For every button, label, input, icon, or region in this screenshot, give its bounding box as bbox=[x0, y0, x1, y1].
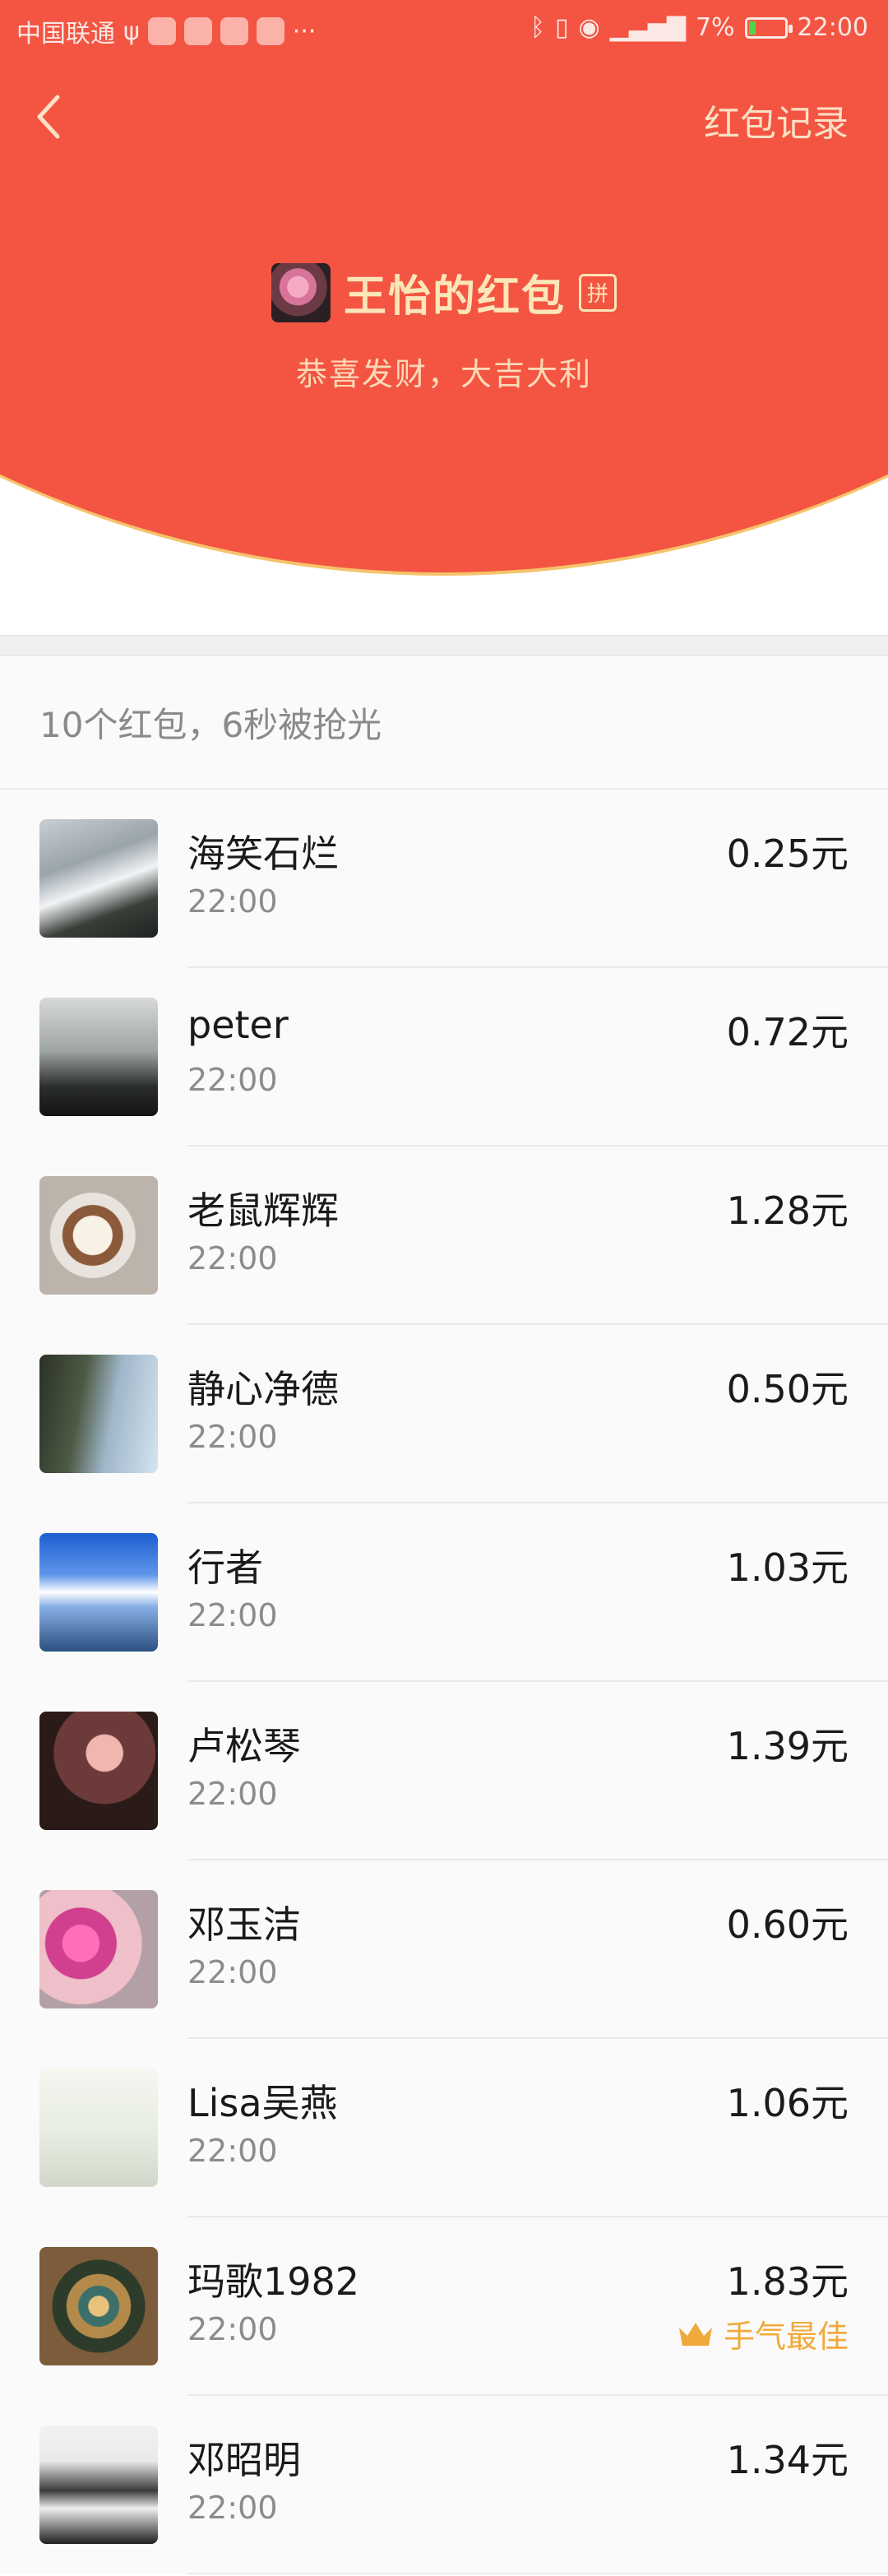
avatar[interactable] bbox=[39, 1355, 158, 1473]
recipient-name: 玛歌1982 bbox=[187, 2259, 360, 2304]
amount: 1.28元 bbox=[726, 1188, 849, 1233]
signal-icon: ▁▃▅▇ bbox=[609, 13, 686, 42]
list-item[interactable]: 海笑石烂 22:00 0.25元 bbox=[0, 790, 888, 968]
amount: 0.25元 bbox=[726, 832, 849, 876]
avatar[interactable] bbox=[39, 2425, 158, 2544]
recipient-name: Lisa吴燕 bbox=[187, 2081, 338, 2125]
status-right: ᛒ ▯ ◉ ▁▃▅▇ 7% 22:00 bbox=[530, 13, 868, 42]
chevron-left-icon bbox=[37, 95, 60, 139]
received-time: 22:00 bbox=[187, 1597, 278, 1633]
status-bar: 中国联通 ψ ··· ᛒ ▯ ◉ ▁▃▅▇ 7% 22:00 bbox=[0, 0, 888, 59]
packet-summary: 10个红包，6秒被抢光 bbox=[0, 656, 888, 790]
sender-avatar[interactable] bbox=[271, 262, 331, 322]
amount: 0.50元 bbox=[726, 1367, 849, 1411]
received-time: 22:00 bbox=[187, 1419, 278, 1455]
carrier-label: 中国联通 bbox=[16, 20, 115, 49]
recipient-name: 卢松琴 bbox=[187, 1724, 301, 1768]
amount: 1.34元 bbox=[726, 2438, 849, 2482]
red-packet-header: 中国联通 ψ ··· ᛒ ▯ ◉ ▁▃▅▇ 7% 22:00 红包记录 王怡的红… bbox=[0, 0, 888, 635]
avatar[interactable] bbox=[39, 1712, 158, 1830]
section-divider bbox=[0, 635, 888, 656]
recipient-name: 邓昭明 bbox=[187, 2438, 301, 2482]
battery-icon bbox=[744, 16, 793, 39]
recipient-list: 海笑石烂 22:00 0.25元 peter 22:00 0.72元 老鼠辉辉 … bbox=[0, 790, 888, 2574]
battery-percent: 7% bbox=[695, 13, 735, 42]
app2-notification-icon bbox=[256, 17, 284, 45]
amount: 1.06元 bbox=[726, 2081, 849, 2125]
received-time: 22:00 bbox=[187, 2490, 278, 2526]
avatar[interactable] bbox=[39, 998, 158, 1116]
recipient-name: peter bbox=[187, 1003, 289, 1047]
avatar[interactable] bbox=[39, 819, 158, 938]
avatar[interactable] bbox=[39, 1890, 158, 2008]
page-title: 王怡的红包 bbox=[343, 272, 566, 322]
greeting-message: 恭喜发财，大吉大利 bbox=[295, 356, 592, 392]
avatar[interactable] bbox=[39, 2069, 158, 2187]
list-item[interactable]: Lisa吴燕 22:00 1.06元 bbox=[0, 2039, 888, 2217]
best-luck-label: 手气最佳 bbox=[723, 2319, 849, 2355]
back-button[interactable] bbox=[33, 92, 66, 141]
location-notification-icon bbox=[220, 17, 248, 45]
list-item[interactable]: 邓玉洁 22:00 0.60元 bbox=[0, 1860, 888, 2039]
lock-notification-icon bbox=[183, 17, 212, 45]
received-time: 22:00 bbox=[187, 1240, 278, 1276]
more-notifications-icon: ··· bbox=[292, 16, 317, 46]
recipient-name: 老鼠辉辉 bbox=[187, 1188, 339, 1233]
app-notification-icon bbox=[147, 17, 176, 45]
received-time: 22:00 bbox=[187, 1954, 278, 1990]
recipient-name: 静心净德 bbox=[187, 1367, 339, 1411]
red-packet-records-link[interactable]: 红包记录 bbox=[704, 94, 849, 146]
amount: 1.83元 bbox=[726, 2259, 849, 2304]
recipient-name: 海笑石烂 bbox=[187, 832, 339, 876]
amount: 1.03元 bbox=[726, 1545, 849, 1590]
status-left: 中国联通 ψ ··· bbox=[16, 13, 316, 49]
received-time: 22:00 bbox=[187, 883, 278, 920]
avatar[interactable] bbox=[39, 1176, 158, 1295]
list-item[interactable]: peter 22:00 0.72元 bbox=[0, 968, 888, 1147]
pin-badge: 拼 bbox=[579, 273, 617, 312]
vibrate-icon: ▯ bbox=[554, 13, 569, 42]
usb-icon: ψ bbox=[123, 16, 140, 46]
title-row: 王怡的红包 拼 bbox=[0, 262, 888, 323]
amount: 1.39元 bbox=[726, 1724, 849, 1768]
recipient-name: 邓玉洁 bbox=[187, 1902, 301, 1947]
list-item[interactable]: 邓昭明 22:00 1.34元 bbox=[0, 2396, 888, 2574]
best-luck-badge: 手气最佳 bbox=[678, 2311, 849, 2356]
received-time: 22:00 bbox=[187, 1062, 278, 1098]
list-item[interactable]: 老鼠辉辉 22:00 1.28元 bbox=[0, 1147, 888, 1325]
recipient-name: 行者 bbox=[187, 1545, 263, 1590]
list-item[interactable]: 玛歌1982 22:00 1.83元 手气最佳 bbox=[0, 2217, 888, 2396]
list-item[interactable]: 卢松琴 22:00 1.39元 bbox=[0, 1682, 888, 1860]
amount: 0.72元 bbox=[726, 1010, 849, 1054]
avatar[interactable] bbox=[39, 1533, 158, 1652]
crown-icon bbox=[678, 2322, 712, 2346]
received-time: 22:00 bbox=[187, 1776, 278, 1812]
clock: 22:00 bbox=[797, 13, 868, 42]
received-time: 22:00 bbox=[187, 2311, 278, 2347]
avatar[interactable] bbox=[39, 2247, 158, 2365]
list-item[interactable]: 行者 22:00 1.03元 bbox=[0, 1503, 888, 1682]
eye-icon: ◉ bbox=[578, 13, 600, 42]
list-item[interactable]: 静心净德 22:00 0.50元 bbox=[0, 1325, 888, 1503]
amount: 0.60元 bbox=[726, 1902, 849, 1947]
bluetooth-icon: ᛒ bbox=[530, 13, 545, 42]
received-time: 22:00 bbox=[187, 2133, 278, 2169]
